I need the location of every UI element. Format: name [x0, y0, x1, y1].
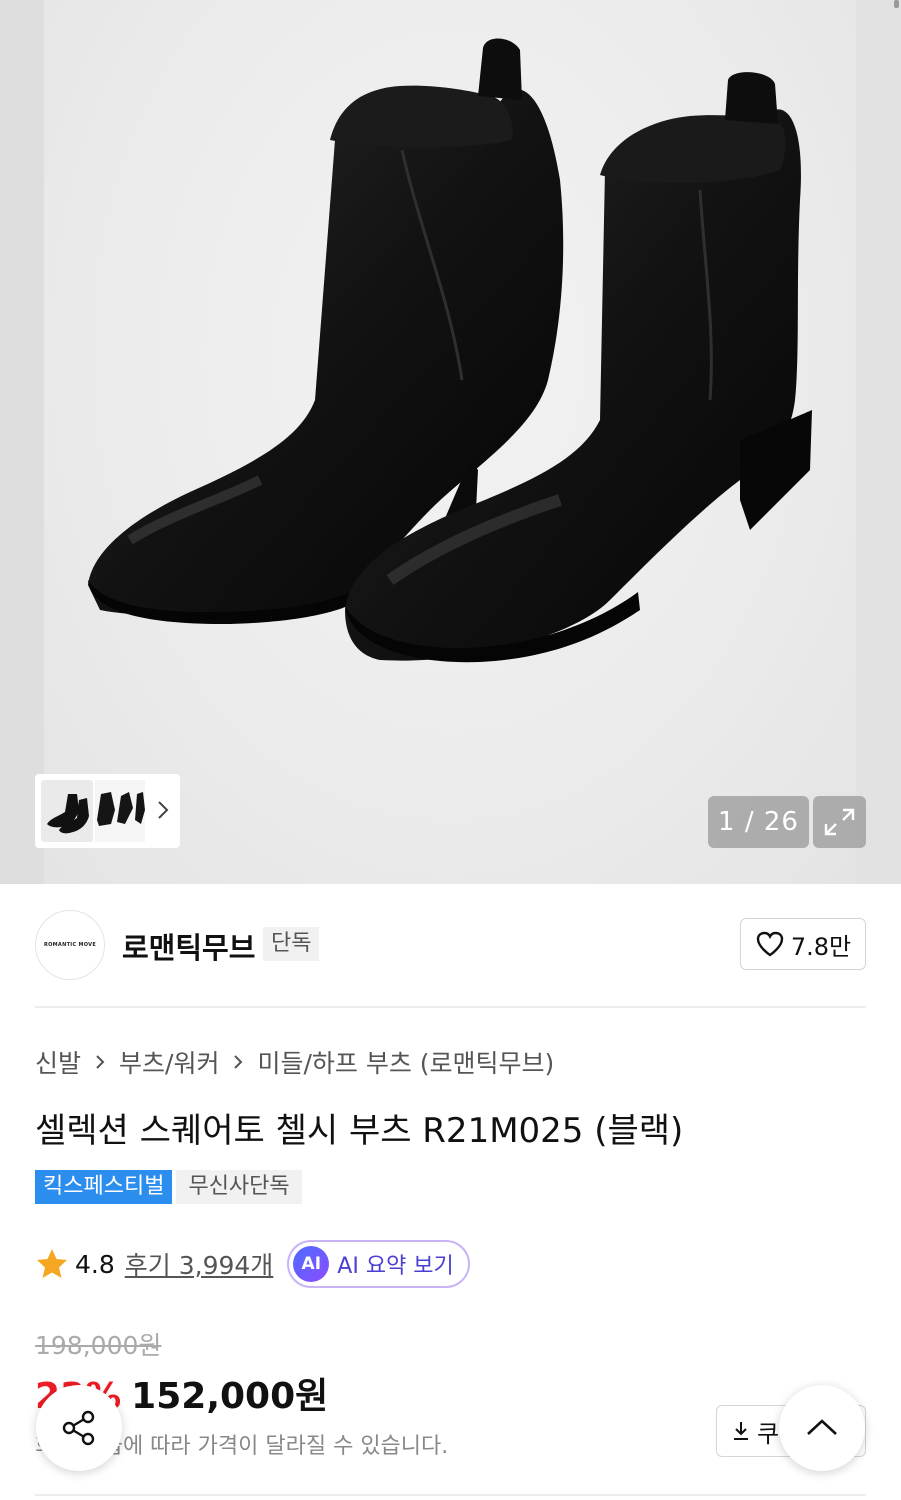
- brand-like-button[interactable]: 7.8만: [740, 918, 866, 970]
- thumbnail-strip[interactable]: [35, 774, 180, 848]
- review-count-link[interactable]: 후기 3,994개: [125, 1246, 274, 1282]
- thumbnail-next-chevron-icon[interactable]: [156, 798, 170, 822]
- ai-summary-button[interactable]: AI AI 요약 보기: [287, 1240, 470, 1288]
- original-price: 198,000원: [35, 1331, 162, 1360]
- coupon-label: 쿠: [757, 1419, 780, 1448]
- brand-logo-text: ROMANTIC MOVE: [43, 942, 97, 948]
- section-divider: [35, 1006, 866, 1008]
- breadcrumb: 신발 부츠/워커 미들/하프 부츠 (로맨틱무브): [35, 1044, 554, 1080]
- product-tags: 킥스페스티벌 무신사단독: [35, 1170, 302, 1204]
- breadcrumb-item-shoes[interactable]: 신발: [35, 1044, 81, 1080]
- rating-score: 4.8: [75, 1249, 115, 1279]
- breadcrumb-item-half-boots[interactable]: 미들/하프 부츠 (로맨틱무브): [257, 1044, 554, 1080]
- thumbnail-1[interactable]: [41, 780, 93, 842]
- brand-exclusive-badge: 단독: [263, 927, 320, 961]
- share-icon: [62, 1410, 95, 1446]
- tag-kicks-festival[interactable]: 킥스페스티벌: [35, 1170, 173, 1204]
- chevron-up-icon: [807, 1419, 837, 1435]
- scroll-to-top-button[interactable]: [779, 1385, 865, 1471]
- section-divider-bottom: [35, 1494, 866, 1496]
- sale-price: 152,000원: [131, 1376, 329, 1417]
- breadcrumb-item-boots[interactable]: 부츠/워커: [119, 1044, 219, 1080]
- brand-logo[interactable]: ROMANTIC MOVE: [35, 910, 105, 980]
- download-icon: [734, 1422, 748, 1440]
- like-count: 7.8만: [790, 932, 852, 961]
- chevron-right-icon: [234, 1055, 243, 1069]
- ai-summary-label: AI 요약 보기: [337, 1254, 454, 1279]
- rating-row: 4.8 후기 3,994개 AI AI 요약 보기: [35, 1240, 470, 1288]
- tag-musinsa-exclusive: 무신사단독: [176, 1170, 302, 1204]
- chevron-right-icon: [96, 1055, 105, 1069]
- heart-icon: [756, 931, 784, 957]
- ai-icon: AI: [293, 1246, 330, 1282]
- share-button[interactable]: [36, 1385, 122, 1471]
- image-counter: 1 / 26: [708, 796, 809, 848]
- expand-image-button[interactable]: [813, 796, 866, 848]
- expand-icon: [824, 808, 855, 836]
- product-title: 셀렉션 스퀘어토 첼시 부츠 R21M025 (블랙): [35, 1111, 684, 1151]
- product-image-gallery[interactable]: 1 / 26: [0, 0, 901, 884]
- boots-illustration: [88, 38, 812, 663]
- star-icon: [37, 1249, 67, 1278]
- thumbnail-2[interactable]: [95, 780, 145, 842]
- brand-name[interactable]: 로맨틱무브: [122, 925, 255, 967]
